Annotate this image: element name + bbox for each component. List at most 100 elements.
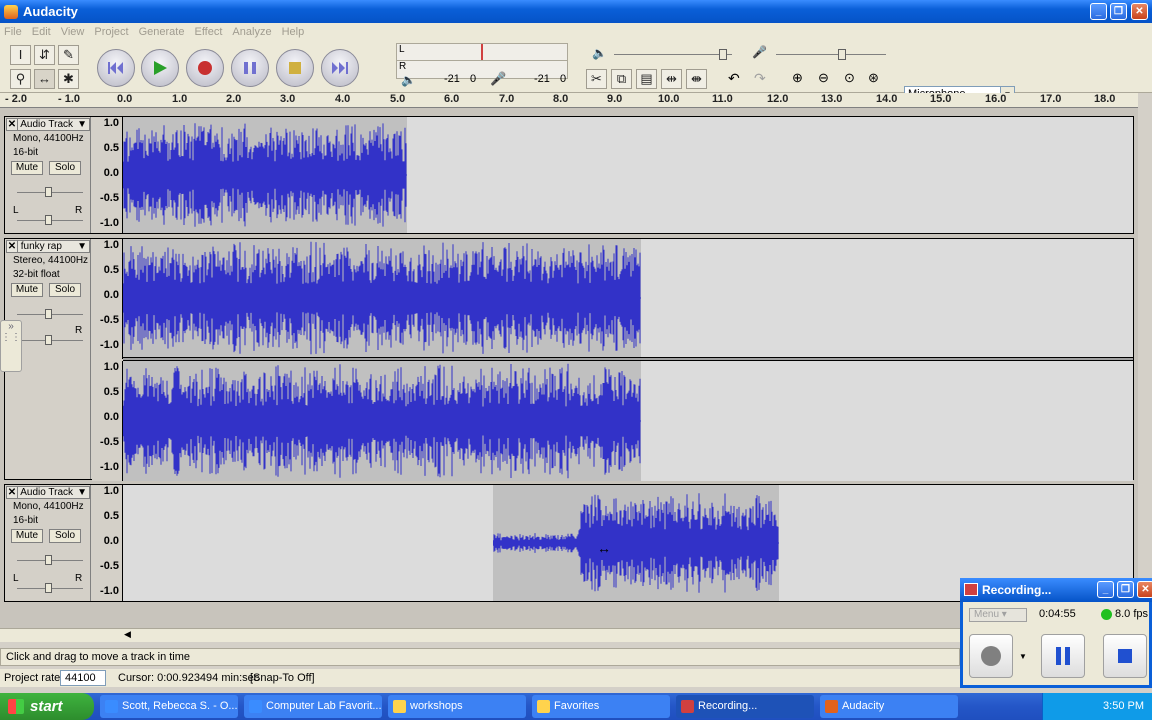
track-name-menu[interactable]: ✕ funky rap ▼ <box>6 240 90 253</box>
copy-icon[interactable]: ⧉ <box>611 69 632 89</box>
menu-effect[interactable]: Effect <box>194 26 222 38</box>
menu-file[interactable]: File <box>4 26 22 38</box>
track-audio-1[interactable]: ✕ Audio Track ▼ Mono, 44100Hz 16-bit Mute… <box>4 116 1134 234</box>
close-icon[interactable]: ✕ <box>7 119 18 130</box>
trim-icon[interactable]: ⇹ <box>661 69 682 89</box>
ruler-tick: 9.0 <box>607 93 623 105</box>
waveform-area[interactable] <box>122 117 1133 233</box>
mute-button[interactable]: Mute <box>11 529 43 543</box>
track-control-panel: ✕ Audio Track ▼ Mono, 44100Hz 16-bit Mute… <box>5 485 91 601</box>
close-icon[interactable]: ✕ <box>7 241 18 252</box>
gain-slider[interactable] <box>17 555 83 565</box>
close-icon[interactable]: ✕ <box>7 487 18 498</box>
zoom-out-icon[interactable]: ⊖ <box>818 70 829 86</box>
snap-status: [Snap-To Off] <box>250 672 315 684</box>
close-button[interactable]: ✕ <box>1131 3 1148 20</box>
output-volume-slider[interactable] <box>614 49 732 60</box>
menu-analyze[interactable]: Analyze <box>232 26 271 38</box>
minimize-button[interactable]: _ <box>1097 581 1114 598</box>
recorder-pause-button[interactable] <box>1041 634 1085 678</box>
close-button[interactable]: ✕ <box>1137 581 1152 598</box>
skip-end-button[interactable] <box>321 49 359 87</box>
audacity-icon <box>4 4 18 19</box>
task-ie[interactable]: Computer Lab Favorit... <box>244 695 382 718</box>
zoom-in-icon[interactable]: ⊕ <box>792 70 803 86</box>
pan-slider[interactable] <box>17 583 83 593</box>
redo-icon[interactable]: ↷ <box>754 70 766 87</box>
menu-edit[interactable]: Edit <box>32 26 51 38</box>
maximize-button[interactable]: ❐ <box>1110 3 1127 20</box>
project-rate-field[interactable]: 44100 <box>60 670 106 686</box>
draw-tool-icon[interactable]: ✎ <box>58 45 79 65</box>
timeshift-tool-icon[interactable]: ↔ <box>34 69 55 89</box>
fit-selection-icon[interactable]: ⊙ <box>844 70 855 86</box>
output-volume-knob[interactable] <box>719 49 727 60</box>
gain-slider[interactable] <box>17 309 83 319</box>
timeline-ruler[interactable]: - 2.0 - 1.0 0.0 1.0 2.0 3.0 4.0 5.0 6.0 … <box>0 93 1138 108</box>
track-name-menu[interactable]: ✕ Audio Track ▼ <box>6 118 90 131</box>
recorder-record-button[interactable] <box>969 634 1013 678</box>
scale-label: 0.5 <box>103 264 119 276</box>
chevron-down-icon[interactable]: ▼ <box>77 241 87 252</box>
audio-clip[interactable] <box>122 361 641 481</box>
solo-button[interactable]: Solo <box>49 529 81 543</box>
scale-label: 0.0 <box>103 411 119 423</box>
audio-clip[interactable] <box>492 485 779 601</box>
skip-start-button[interactable] <box>97 49 135 87</box>
solo-button[interactable]: Solo <box>49 161 81 175</box>
record-button[interactable] <box>186 49 224 87</box>
waveform-area-right[interactable] <box>122 361 1133 481</box>
menu-help[interactable]: Help <box>282 26 305 38</box>
multi-tool-icon[interactable]: ✱ <box>58 69 79 89</box>
chevron-down-icon[interactable]: ▼ <box>77 487 87 498</box>
horizontal-scrollbar[interactable]: ◀ <box>0 628 960 642</box>
maximize-button[interactable]: ❐ <box>1117 581 1134 598</box>
fit-project-icon[interactable]: ⊛ <box>868 70 879 86</box>
track-name: Audio Track <box>20 487 74 498</box>
track-name: funky rap <box>20 241 62 252</box>
menu-generate[interactable]: Generate <box>139 26 185 38</box>
undo-icon[interactable]: ↶ <box>728 70 740 87</box>
track-name-menu[interactable]: ✕ Audio Track ▼ <box>6 486 90 499</box>
play-button[interactable] <box>141 49 179 87</box>
gain-slider[interactable] <box>17 187 83 197</box>
input-volume-slider[interactable] <box>776 49 886 60</box>
task-recording[interactable]: Recording... <box>676 695 814 718</box>
dock-handle-icon[interactable]: » ⋮⋮ <box>0 320 22 372</box>
clock[interactable]: 3:50 PM <box>1103 700 1144 712</box>
chevron-down-icon[interactable]: ▼ <box>1019 652 1027 661</box>
scroll-left-icon[interactable]: ◀ <box>124 629 131 640</box>
audio-clip[interactable] <box>122 117 407 233</box>
pan-slider[interactable] <box>17 215 83 225</box>
paste-icon[interactable]: ▤ <box>636 69 657 89</box>
pause-button[interactable] <box>231 49 269 87</box>
input-volume-knob[interactable] <box>838 49 846 60</box>
recorder-fps: 8.0 fps <box>1115 608 1149 620</box>
recorder-menu[interactable]: Menu ▾ <box>969 608 1027 622</box>
chevron-down-icon[interactable]: ▼ <box>77 119 87 130</box>
solo-button[interactable]: Solo <box>49 283 81 297</box>
title-bar: Audacity _ ❐ ✕ <box>0 0 1152 23</box>
task-outlook[interactable]: Scott, Rebecca S. - O... <box>100 695 238 718</box>
pan-slider[interactable] <box>17 335 83 345</box>
silence-icon[interactable]: ⇼ <box>686 69 707 89</box>
minimize-button[interactable]: _ <box>1090 3 1107 20</box>
task-audacity[interactable]: Audacity <box>820 695 958 718</box>
meter-zero-left: 0 <box>470 73 477 85</box>
stop-button[interactable] <box>276 49 314 87</box>
selection-tool-icon[interactable]: I <box>10 45 31 65</box>
envelope-tool-icon[interactable]: ⇵ <box>34 45 55 65</box>
recorder-stop-button[interactable] <box>1103 634 1147 678</box>
task-workshops[interactable]: workshops <box>388 695 526 718</box>
start-button[interactable]: start <box>0 693 94 720</box>
track-funky-rap[interactable]: ✕ funky rap ▼ Stereo, 44100Hz 32-bit floa… <box>4 238 1134 481</box>
task-favorites[interactable]: Favorites <box>532 695 670 718</box>
mute-button[interactable]: Mute <box>11 161 43 175</box>
mute-button[interactable]: Mute <box>11 283 43 297</box>
menu-project[interactable]: Project <box>94 26 128 38</box>
waveform-area-left[interactable] <box>122 239 1133 357</box>
zoom-tool-icon[interactable]: ⚲ <box>10 69 31 89</box>
cut-icon[interactable]: ✂ <box>586 69 607 89</box>
audio-clip[interactable] <box>122 239 641 357</box>
menu-view[interactable]: View <box>61 26 85 38</box>
